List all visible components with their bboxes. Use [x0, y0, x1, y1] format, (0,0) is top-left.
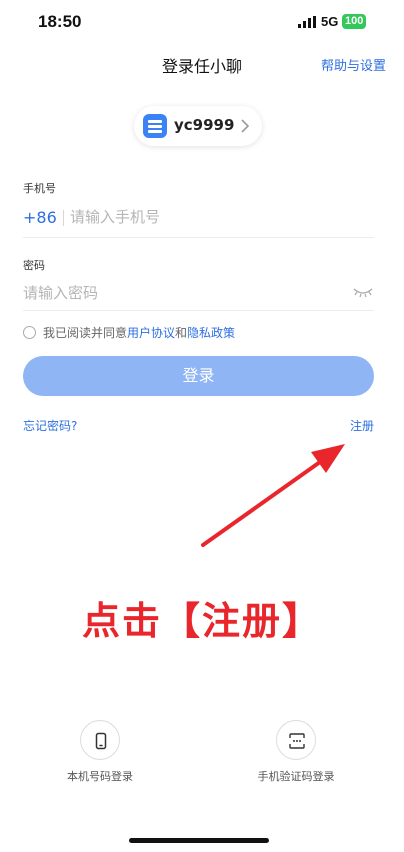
- sms-code-login-label: 手机验证码登录: [257, 770, 335, 783]
- annotation-text: 点击【注册】: [81, 599, 322, 643]
- sms-code-login-button[interactable]: 手机验证码登录: [236, 720, 356, 784]
- local-number-login-button[interactable]: 本机号码登录: [40, 720, 160, 784]
- sms-code-icon: [289, 733, 305, 749]
- mobile-phone-icon: [95, 732, 107, 750]
- local-number-login-label: 本机号码登录: [67, 770, 133, 783]
- home-indicator: [129, 838, 269, 843]
- alt-login-circle: [80, 720, 120, 760]
- alt-login-circle: [276, 720, 316, 760]
